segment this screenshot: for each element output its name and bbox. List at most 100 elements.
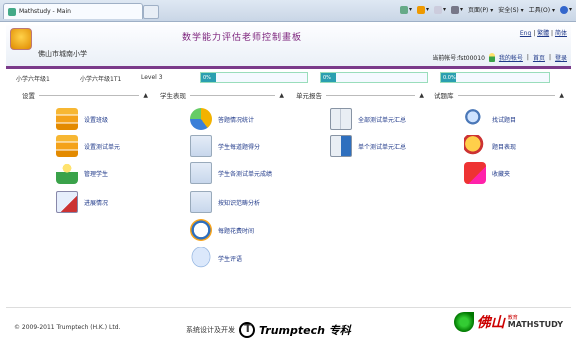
section-question-bank[interactable]: 试题库 ▲ bbox=[434, 90, 564, 101]
mail-button[interactable]: ▾ bbox=[433, 5, 446, 14]
find-question-label: 找试题目 bbox=[492, 116, 517, 124]
collapse-icon[interactable]: ▲ bbox=[143, 92, 148, 99]
graph-person-icon bbox=[190, 135, 212, 157]
section-unit-report[interactable]: 单元报告 ▲ bbox=[296, 90, 424, 101]
progress-text-1: 0% bbox=[203, 74, 211, 81]
setup-unit-item[interactable]: 设置测试单元 bbox=[56, 135, 120, 157]
lang-eng-link[interactable]: Eng bbox=[520, 30, 531, 37]
favicon-icon bbox=[8, 7, 16, 16]
page-menu[interactable]: 页面(P) ▾ bbox=[468, 5, 493, 14]
trumptech-logo-icon bbox=[239, 322, 255, 338]
home-link[interactable]: 首页 bbox=[533, 53, 545, 62]
school-logo bbox=[10, 28, 32, 50]
section-setup-label: 设置 bbox=[22, 92, 35, 100]
question-performance-item[interactable]: 题目表现 bbox=[464, 135, 516, 157]
command-bar: ▾ ▾ ▾ ▾ 页面(P) ▾ 安全(S) ▾ 工具(O) ▾ ▾ bbox=[399, 5, 572, 14]
section-divider bbox=[457, 94, 556, 96]
lang-trad-link[interactable]: 繁體 bbox=[537, 30, 549, 37]
favorites-add-icon bbox=[464, 162, 486, 184]
section-performance[interactable]: 学生表现 ▲ bbox=[160, 90, 284, 101]
all-units-summary-item[interactable]: 全部测试单元汇总 bbox=[330, 108, 406, 130]
question-mark-icon bbox=[464, 135, 486, 157]
single-unit-summary-label: 单个测试单元汇总 bbox=[358, 143, 407, 151]
knowledge-analysis-label: 按知识范畴分析 bbox=[218, 199, 261, 207]
language-links: Eng | 繁體 | 简体 bbox=[519, 30, 567, 37]
unit-score-label: 学生各测试单元成绩 bbox=[218, 170, 273, 178]
time-spent-item[interactable]: 每题花费时间 bbox=[190, 219, 254, 241]
print-icon bbox=[450, 5, 459, 14]
progress-label: 进展情况 bbox=[84, 199, 109, 207]
logout-link[interactable]: 登录 bbox=[555, 53, 567, 62]
question-score-item[interactable]: 学生每道题得分 bbox=[190, 135, 260, 157]
tab-title: Mathstudy - Main bbox=[19, 8, 71, 15]
class-bar: 小学六年级1 小学六年级1T1 Level 3 0% 0% 0.0% bbox=[6, 70, 571, 86]
section-divider bbox=[326, 94, 416, 96]
time-spent-label: 每题花费时间 bbox=[218, 227, 255, 235]
notebook-icon bbox=[56, 191, 78, 213]
print-button[interactable]: ▾ bbox=[450, 5, 463, 14]
document-question-icon bbox=[330, 135, 352, 157]
section-performance-label: 学生表现 bbox=[160, 92, 186, 100]
unit-score-item[interactable]: 学生各测试单元成绩 bbox=[190, 162, 272, 184]
mathstudy-logo: 佛山 教育 MATHSTUDY bbox=[453, 312, 563, 332]
feeds-icon bbox=[416, 5, 425, 14]
page-footer: © 2009-2011 Trumptech (H.K.) Ltd. 系统设计及开… bbox=[6, 307, 571, 338]
magnifier-icon bbox=[464, 108, 486, 130]
section-divider bbox=[39, 94, 140, 96]
collapse-icon[interactable]: ▲ bbox=[559, 92, 564, 99]
copyright-text: © 2009-2011 Trumptech (H.K.) Ltd. bbox=[14, 324, 121, 331]
page-header: 佛山市城南小学 数学能力评估老师控制畫板 Eng | 繁體 | 简体 当前帐号:… bbox=[6, 25, 571, 66]
account-bar: 当前帐号:fst00010 我的帐号 | 首页 | 登录 bbox=[432, 53, 567, 62]
favorites-label: 收藏夹 bbox=[492, 170, 511, 178]
student-comment-label: 学生评语 bbox=[218, 255, 243, 263]
clock-icon bbox=[190, 219, 212, 241]
help-button[interactable]: ▾ bbox=[559, 5, 572, 14]
setup-class-item[interactable]: 设置班级 bbox=[56, 108, 108, 130]
section-bank-label: 试题库 bbox=[434, 92, 454, 100]
page-title: 数学能力评估老师控制畫板 bbox=[182, 33, 303, 43]
developer-credit: 系统设计及开发 Trumptech 专科 bbox=[186, 322, 351, 338]
collapse-icon[interactable]: ▲ bbox=[419, 92, 424, 99]
speech-bubble-icon bbox=[190, 247, 212, 269]
answer-stats-item[interactable]: 答题情况统计 bbox=[190, 108, 254, 130]
favorites-item[interactable]: 收藏夹 bbox=[464, 162, 510, 184]
collapse-icon[interactable]: ▲ bbox=[279, 92, 284, 99]
student-comment-item[interactable]: 学生评语 bbox=[190, 247, 242, 269]
browser-tab[interactable]: Mathstudy - Main bbox=[3, 3, 143, 19]
user-icon bbox=[488, 53, 495, 62]
browser-chrome: Mathstudy - Main ▾ ▾ ▾ ▾ 页面(P) ▾ 安全(S) ▾… bbox=[0, 0, 576, 22]
progress-fill: 0% bbox=[321, 73, 336, 82]
new-tab-button[interactable] bbox=[143, 5, 159, 19]
section-setup[interactable]: 设置 ▲ bbox=[22, 90, 148, 101]
lang-simp-link[interactable]: 简体 bbox=[555, 30, 567, 37]
stack-gear-icon bbox=[56, 135, 78, 157]
account-label: 当前帐号:fst00010 bbox=[432, 55, 485, 62]
graph-analysis-icon bbox=[190, 191, 212, 213]
progress-item[interactable]: 进展情况 bbox=[56, 191, 108, 213]
header-divider bbox=[6, 66, 571, 69]
level-label: Level 3 bbox=[141, 74, 163, 81]
home-icon bbox=[399, 5, 408, 14]
home-button[interactable]: ▾ bbox=[399, 5, 412, 14]
feeds-button[interactable]: ▾ bbox=[416, 5, 429, 14]
stack-icon bbox=[56, 108, 78, 130]
answer-stats-label: 答题情况统计 bbox=[218, 116, 255, 124]
my-account-link[interactable]: 我的帐号 bbox=[499, 53, 523, 62]
all-units-summary-label: 全部测试单元汇总 bbox=[358, 116, 407, 124]
single-unit-summary-item[interactable]: 单个测试单元汇总 bbox=[330, 135, 406, 157]
progress-fill: 0% bbox=[201, 73, 216, 82]
tools-menu[interactable]: 工具(O) ▾ bbox=[529, 5, 555, 14]
manage-students-label: 管理学生 bbox=[84, 170, 109, 178]
section-divider bbox=[190, 94, 276, 96]
brand-cn-text: 佛山 bbox=[476, 315, 505, 331]
progress-text-2: 0% bbox=[323, 74, 331, 81]
manage-students-item[interactable]: 管理学生 bbox=[56, 162, 108, 184]
class-label-2: 小学六年级1T1 bbox=[80, 76, 122, 83]
knowledge-analysis-item[interactable]: 按知识范畴分析 bbox=[190, 191, 260, 213]
student-icon bbox=[56, 162, 78, 184]
question-performance-label: 题目表现 bbox=[492, 143, 517, 151]
find-question-item[interactable]: 找试题目 bbox=[464, 108, 516, 130]
safety-menu[interactable]: 安全(S) ▾ bbox=[498, 5, 523, 14]
chart-icon bbox=[190, 108, 212, 130]
question-score-label: 学生每道题得分 bbox=[218, 143, 261, 151]
